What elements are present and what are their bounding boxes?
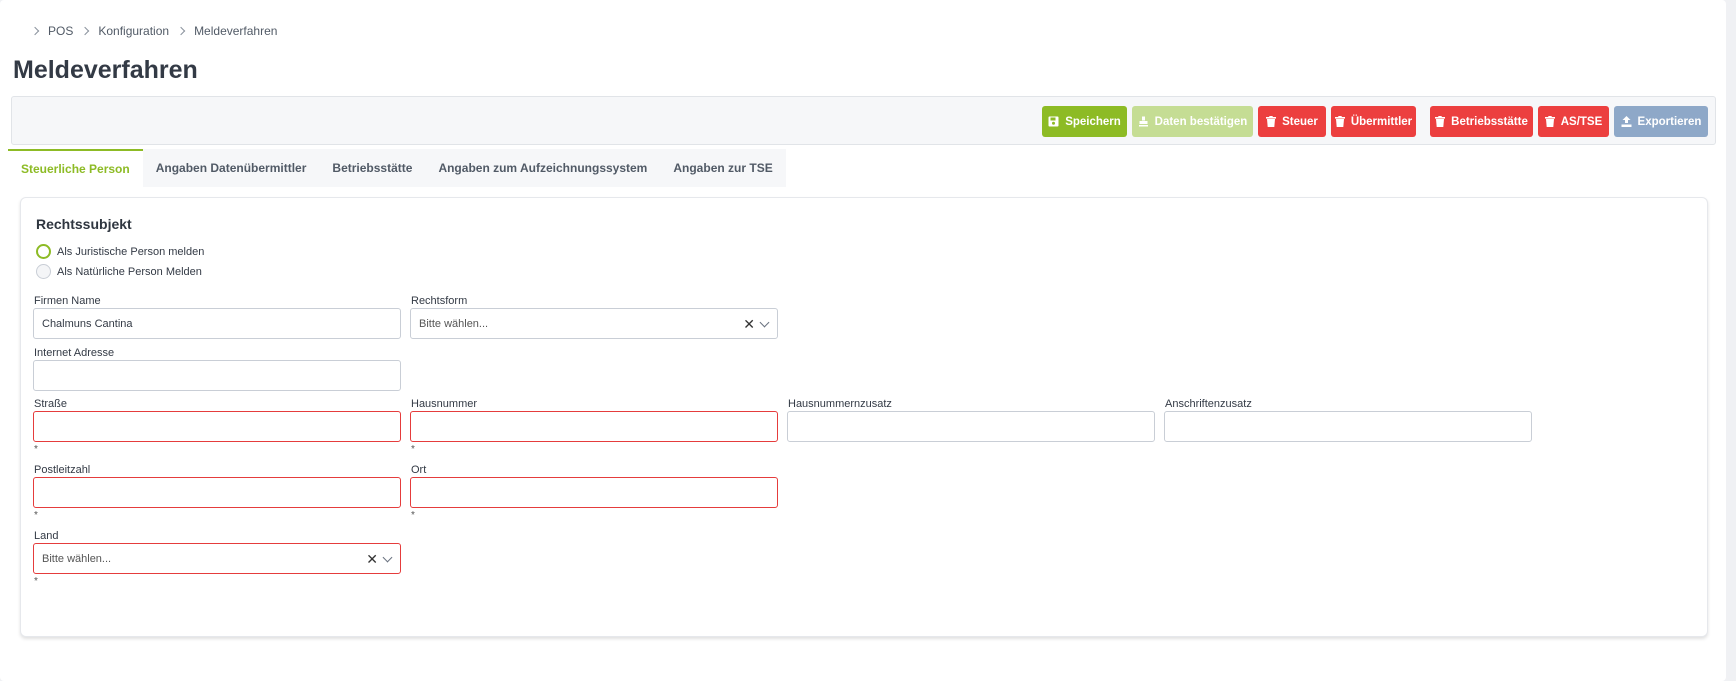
delete-transmitter-button[interactable]: Übermittler bbox=[1331, 106, 1416, 137]
export-button-label: Exportieren bbox=[1637, 115, 1702, 128]
city-field[interactable] bbox=[410, 477, 778, 508]
website-field[interactable] bbox=[33, 360, 401, 391]
trash-icon bbox=[1544, 116, 1555, 127]
radio-natural-person[interactable]: Als Natürliche Person Melden bbox=[36, 264, 202, 279]
clear-icon[interactable]: ✕ bbox=[743, 317, 755, 331]
housenumber-label: Hausnummer bbox=[411, 398, 478, 410]
trash-icon bbox=[1266, 116, 1277, 127]
breadcrumb-konfiguration[interactable]: Konfiguration bbox=[98, 24, 169, 38]
company-name-label: Firmen Name bbox=[34, 295, 101, 307]
confirm-data-button-label: Daten bestätigen bbox=[1154, 115, 1248, 128]
delete-astse-button[interactable]: AS/TSE bbox=[1538, 106, 1609, 137]
street-required-mark: * bbox=[34, 444, 38, 455]
zip-label: Postleitzahl bbox=[34, 464, 91, 476]
floppy-disk-icon bbox=[1048, 116, 1059, 127]
street-label: Straße bbox=[34, 398, 68, 410]
app-frame: POS Konfiguration Meldeverfahren Meldeve… bbox=[0, 0, 1726, 681]
tab-bar: Steuerliche Person Angaben Datenübermitt… bbox=[8, 149, 786, 187]
delete-tax-button[interactable]: Steuer bbox=[1258, 106, 1326, 137]
city-required-mark: * bbox=[411, 510, 415, 521]
zip-required-mark: * bbox=[34, 510, 38, 521]
delete-site-button-label: Betriebsstätte bbox=[1451, 115, 1528, 128]
confirm-data-button[interactable]: Daten bestätigen bbox=[1132, 106, 1253, 137]
country-select[interactable]: Bitte wählen... ✕ bbox=[33, 543, 401, 574]
trash-icon bbox=[1334, 116, 1345, 127]
country-label: Land bbox=[34, 530, 59, 542]
export-button[interactable]: Exportieren bbox=[1614, 106, 1708, 137]
radio-legal-person-label: Als Juristische Person melden bbox=[57, 245, 205, 258]
breadcrumb-meldeverfahren: Meldeverfahren bbox=[194, 24, 278, 38]
delete-astse-button-label: AS/TSE bbox=[1560, 115, 1603, 128]
legal-form-select[interactable]: Bitte wählen... ✕ bbox=[410, 308, 778, 339]
clear-icon[interactable]: ✕ bbox=[366, 552, 378, 566]
country-placeholder: Bitte wählen... bbox=[42, 552, 112, 565]
company-name-value: Chalmuns Cantina bbox=[42, 317, 133, 330]
city-label: Ort bbox=[411, 464, 427, 476]
breadcrumb: POS Konfiguration Meldeverfahren bbox=[30, 24, 278, 38]
chevron-right-icon bbox=[81, 26, 90, 36]
legal-form-label: Rechtsform bbox=[411, 295, 468, 307]
trash-icon bbox=[1435, 116, 1446, 127]
address-suffix-field[interactable] bbox=[1164, 411, 1532, 442]
housenumber-field[interactable] bbox=[410, 411, 778, 442]
address-suffix-label: Anschriftenzusatz bbox=[1165, 398, 1252, 410]
tab-betriebsstaette[interactable]: Betriebsstätte bbox=[319, 149, 426, 187]
radio-natural-person-label: Als Natürliche Person Melden bbox=[57, 265, 202, 278]
toolbar: Speichern Daten bestätigen Steuer Übermi… bbox=[11, 96, 1716, 145]
tab-aufzeichnungssystem[interactable]: Angaben zum Aufzeichnungssystem bbox=[425, 149, 661, 187]
tab-tse[interactable]: Angaben zur TSE bbox=[660, 149, 786, 187]
radio-checked-icon[interactable] bbox=[36, 244, 51, 259]
chevron-right-icon bbox=[176, 26, 186, 36]
delete-site-button[interactable]: Betriebsstätte bbox=[1430, 106, 1533, 137]
company-name-field[interactable]: Chalmuns Cantina bbox=[33, 308, 401, 339]
page-title: Meldeverfahren bbox=[13, 56, 198, 84]
chevron-right-icon bbox=[30, 26, 40, 36]
stamp-icon bbox=[1138, 116, 1149, 127]
delete-transmitter-button-label: Übermittler bbox=[1350, 115, 1413, 128]
section-title: Rechtssubjekt bbox=[36, 216, 132, 232]
chevron-down-icon[interactable] bbox=[759, 317, 770, 328]
tab-datenuebermittler[interactable]: Angaben Datenübermittler bbox=[142, 149, 320, 187]
delete-tax-button-label: Steuer bbox=[1282, 115, 1318, 128]
country-required-mark: * bbox=[34, 576, 38, 587]
radio-unchecked-icon[interactable] bbox=[36, 264, 51, 279]
form-card: Rechtssubjekt Als Juristische Person mel… bbox=[20, 197, 1708, 637]
save-button[interactable]: Speichern bbox=[1042, 106, 1127, 137]
housenumber-suffix-label: Hausnummernzusatz bbox=[788, 398, 892, 410]
radio-legal-person[interactable]: Als Juristische Person melden bbox=[36, 244, 204, 259]
chevron-down-icon[interactable] bbox=[382, 552, 393, 563]
housenumber-required-mark: * bbox=[411, 444, 415, 455]
tab-steuerliche-person[interactable]: Steuerliche Person bbox=[8, 149, 143, 187]
street-field[interactable] bbox=[33, 411, 401, 442]
legal-form-placeholder: Bitte wählen... bbox=[419, 317, 489, 330]
zip-field[interactable] bbox=[33, 477, 401, 508]
save-button-label: Speichern bbox=[1065, 115, 1121, 128]
website-label: Internet Adresse bbox=[34, 347, 115, 359]
breadcrumb-pos[interactable]: POS bbox=[48, 24, 73, 38]
upload-icon bbox=[1621, 116, 1632, 127]
housenumber-suffix-field[interactable] bbox=[787, 411, 1155, 442]
